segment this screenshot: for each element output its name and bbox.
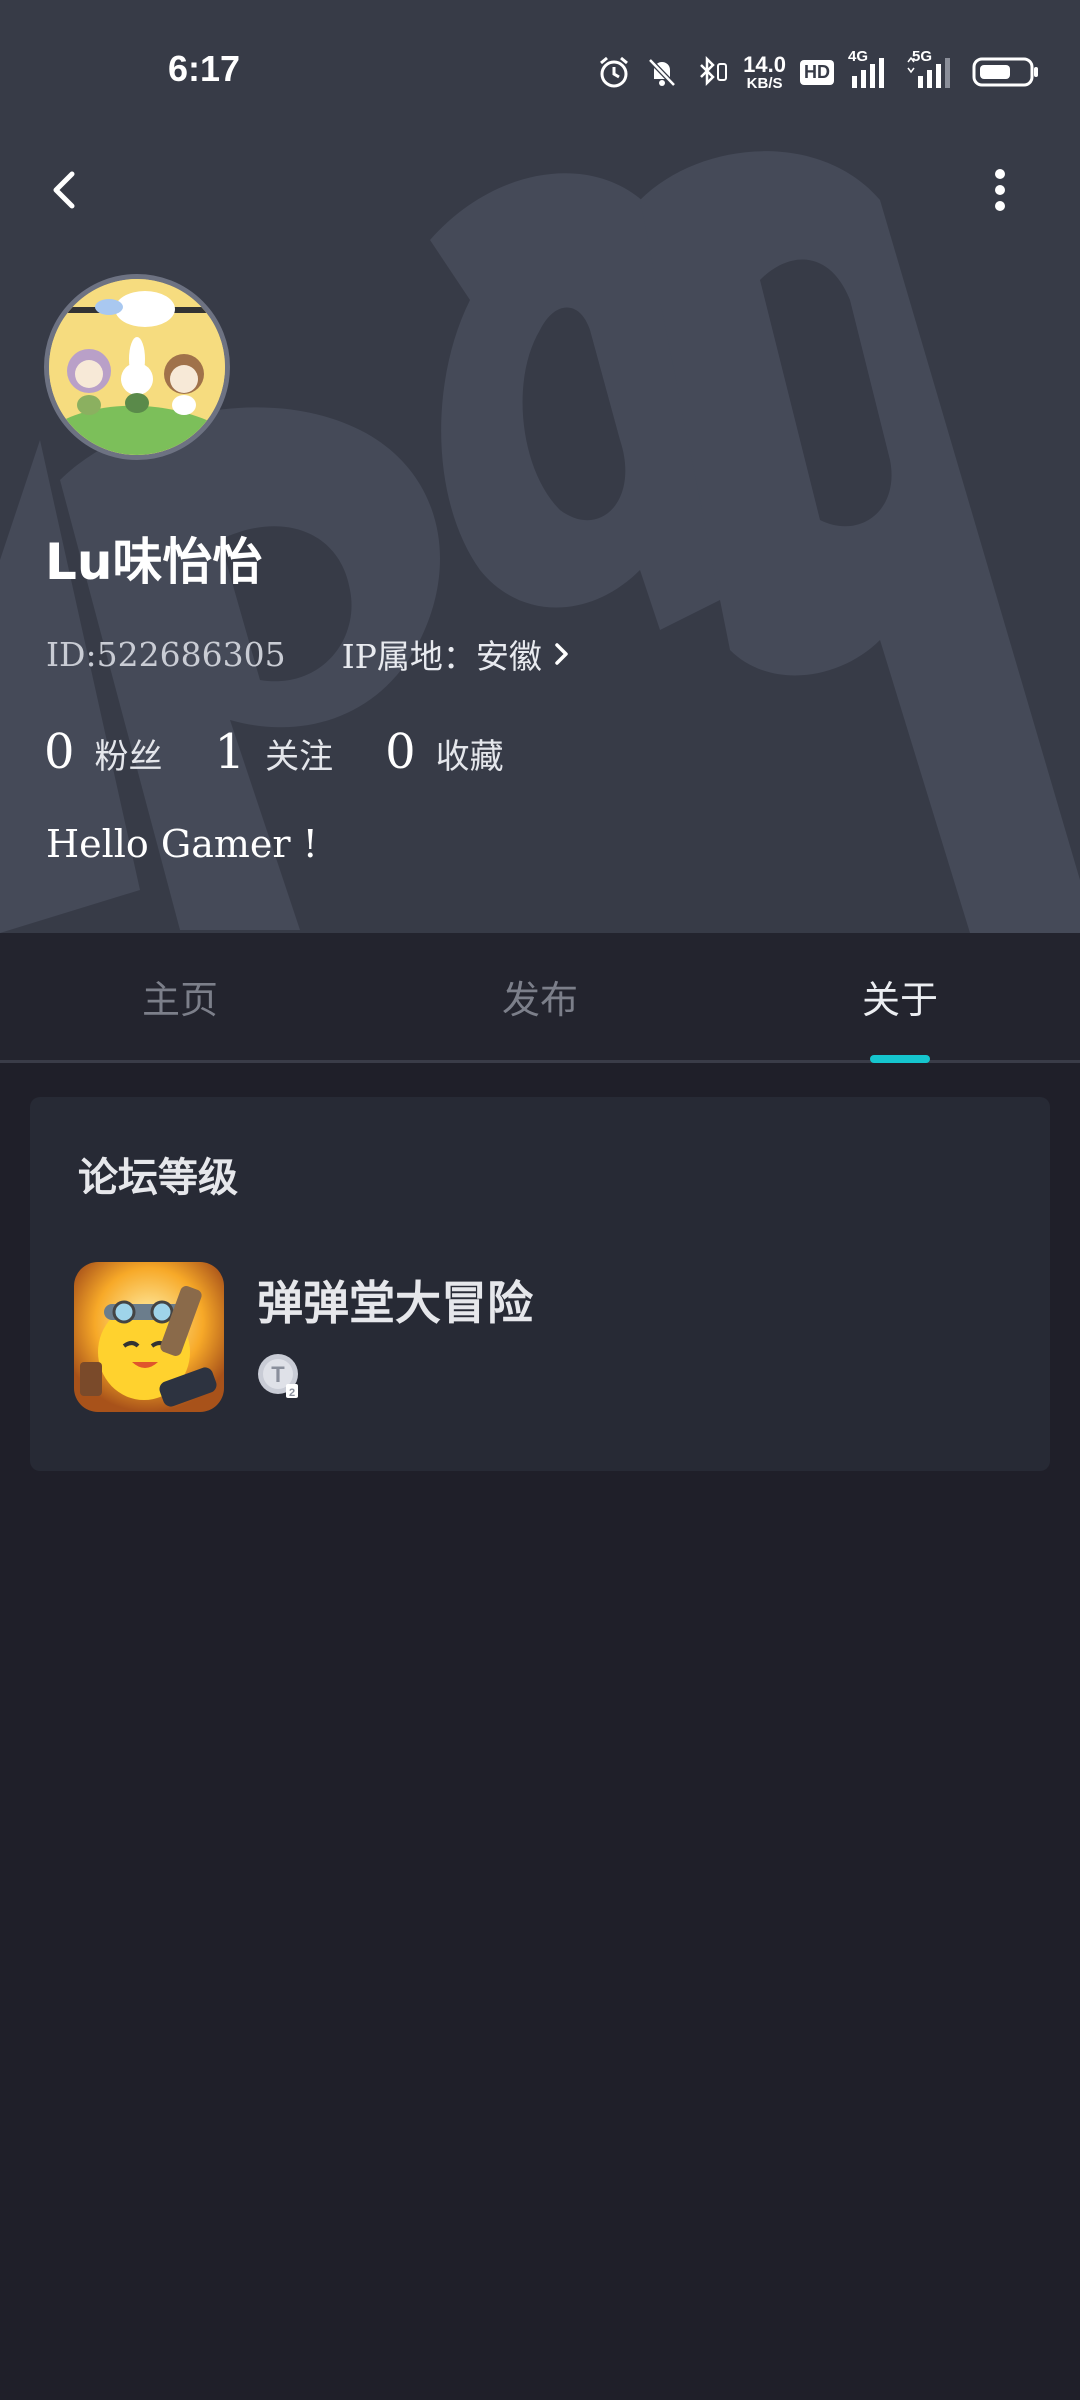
tab-home[interactable]: 主页	[0, 933, 360, 1060]
svg-text:2: 2	[289, 1387, 295, 1399]
chevron-right-icon	[555, 643, 568, 665]
stats-row: 0 粉丝 1 关注 0 收藏	[44, 724, 556, 780]
profile-header: 6:17 14.0 KB/S HD 4G 5G Lu味怡怡 ID:5226863…	[0, 0, 1080, 933]
avatar-image	[49, 279, 225, 455]
stat-favorites[interactable]: 0 收藏	[385, 724, 504, 780]
battery-icon	[972, 55, 1040, 89]
chevron-left-icon	[53, 171, 75, 209]
more-vertical-icon	[995, 169, 1005, 211]
tab-about[interactable]: 关于	[720, 933, 1080, 1060]
mute-bell-icon	[645, 55, 679, 89]
ip-location-link[interactable]: IP属地：安徽	[342, 630, 572, 678]
stat-followers[interactable]: 0 粉丝	[44, 724, 163, 780]
signal-4g-label: 4G	[848, 48, 869, 65]
following-count: 1	[214, 724, 246, 780]
active-tab-indicator	[870, 1055, 930, 1063]
favorites-count: 0	[385, 724, 416, 780]
followers-count: 0	[44, 724, 75, 780]
username: Lu味怡怡	[45, 533, 263, 591]
followers-label: 粉丝	[94, 737, 163, 777]
forum-level-card: 论坛等级 弹弹堂大冒险 T 2	[30, 1097, 1050, 1471]
forum-level-title: 论坛等级	[78, 1154, 238, 1201]
signal-5g-label: 5G	[912, 48, 933, 65]
bluetooth-icon	[693, 54, 729, 90]
alarm-icon	[597, 55, 631, 89]
user-id: ID:522686305	[46, 634, 286, 674]
network-speed: 14.0 KB/S	[743, 51, 786, 92]
profile-tabs: 主页 发布 关于	[0, 933, 1080, 1063]
user-bio: Hello Gamer !	[46, 822, 318, 866]
game-name[interactable]: 弹弹堂大冒险	[257, 1267, 533, 1333]
id-row: ID:522686305 IP属地：安徽	[46, 630, 572, 678]
avatar[interactable]	[44, 274, 230, 460]
following-label: 关注	[265, 737, 334, 777]
game-icon[interactable]	[74, 1262, 224, 1412]
tab-posts[interactable]: 发布	[360, 933, 720, 1060]
signal-5g-icon: 5G	[906, 48, 958, 90]
status-time: 6:17	[168, 48, 241, 89]
favorites-label: 收藏	[435, 737, 504, 777]
stat-following[interactable]: 1 关注	[215, 724, 334, 780]
more-options-button[interactable]	[980, 160, 1020, 220]
level-badge-icon: T 2	[256, 1352, 304, 1400]
hd-voice-icon: HD	[800, 59, 834, 85]
net-speed-unit: KB/S	[746, 74, 783, 92]
game-icon-image	[74, 1262, 224, 1412]
status-bar: 6:17 14.0 KB/S HD 4G 5G	[0, 0, 1080, 140]
ip-location-text: IP属地：安徽	[341, 637, 542, 676]
back-button[interactable]	[40, 160, 90, 220]
level-badge-letter: T	[271, 1362, 285, 1387]
net-speed-value: 14.0	[743, 51, 786, 77]
status-icons: 14.0 KB/S HD 4G 5G	[597, 48, 1040, 94]
signal-4g-icon: 4G	[848, 48, 892, 90]
